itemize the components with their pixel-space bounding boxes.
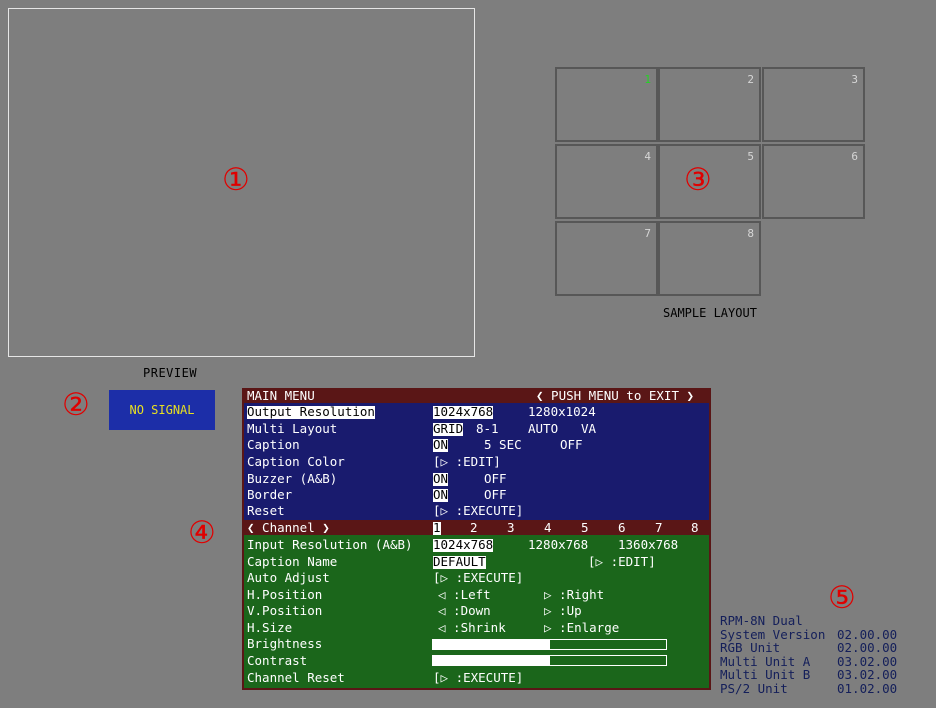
layout-cell-3: 3 [762, 67, 865, 142]
reset-execute[interactable]: [▷ :EXECUTE] [433, 504, 523, 518]
output-res-1280[interactable]: 1280x1024 [528, 405, 596, 419]
caption-label[interactable]: Caption [247, 438, 300, 452]
layout-auto-option[interactable]: AUTO [528, 422, 558, 436]
buzzer-off-option[interactable]: OFF [484, 472, 507, 486]
version-value: 02.00.00 [837, 640, 898, 655]
input-res-1024[interactable]: 1024x768 [433, 538, 494, 552]
cell-number: 7 [644, 227, 651, 240]
caption-5sec-option[interactable]: 5 SEC [484, 438, 522, 452]
callout-2: ② [62, 387, 90, 423]
v-position-label[interactable]: V.Position [247, 604, 322, 618]
auto-adjust-execute[interactable]: [▷ :EXECUTE] [433, 571, 523, 585]
caption-off-option[interactable]: OFF [560, 438, 583, 452]
caption-color-edit[interactable]: [▷ :EDIT] [433, 455, 501, 469]
menu-title: MAIN MENU [247, 388, 315, 403]
model-name: RPM-8N Dual [720, 613, 803, 628]
cell-number: 5 [747, 150, 754, 163]
h-position-label[interactable]: H.Position [247, 588, 322, 602]
channel-2-tab[interactable]: 2 [470, 521, 478, 535]
channel-selector-label[interactable]: ❮ Channel ❯ [247, 521, 330, 535]
cell-number: 3 [851, 73, 858, 86]
channel-1-tab[interactable]: 1 [433, 521, 441, 535]
caption-color-label[interactable]: Caption Color [247, 455, 345, 469]
output-resolution-label[interactable]: Output Resolution [247, 405, 375, 419]
layout-cell-2: 2 [658, 67, 761, 142]
layout-cell-1: 1 [555, 67, 658, 142]
layout-cell-8: 8 [658, 221, 761, 296]
callout-4: ④ [188, 515, 216, 551]
brightness-slider[interactable] [432, 639, 667, 650]
version-row: System Version 02.00.00 [720, 627, 897, 642]
input-resolution-label[interactable]: Input Resolution (A&B) [247, 538, 413, 552]
h-size-enlarge[interactable]: ▷ :Enlarge [544, 621, 619, 635]
cell-number: 4 [644, 150, 651, 163]
preview-label: PREVIEW [143, 366, 198, 380]
contrast-label[interactable]: Contrast [247, 654, 307, 668]
output-res-1024[interactable]: 1024x768 [433, 405, 494, 419]
version-row: Multi Unit A 03.02.00 [720, 654, 897, 669]
version-value: 02.00.00 [837, 626, 898, 642]
version-label: PS/2 Unit [720, 680, 788, 696]
channel-reset-label[interactable]: Channel Reset [247, 671, 345, 685]
channel-5-tab[interactable]: 5 [581, 521, 589, 535]
version-row: RGB Unit 02.00.00 [720, 641, 897, 655]
layout-cell-4: 4 [555, 144, 658, 219]
reset-label[interactable]: Reset [247, 504, 285, 518]
contrast-fill [433, 656, 550, 665]
v-position-down[interactable]: ◁ :Down [438, 604, 491, 618]
layout-va-option[interactable]: VA [581, 422, 596, 436]
channel-4-tab[interactable]: 4 [544, 521, 552, 535]
layout-cell-6: 6 [762, 144, 865, 219]
channel-3-tab[interactable]: 3 [507, 521, 515, 535]
multi-layout-label[interactable]: Multi Layout [247, 422, 337, 436]
callout-3: ③ [684, 162, 712, 198]
border-on-option[interactable]: ON [433, 488, 449, 502]
input-res-1280[interactable]: 1280x768 [528, 538, 588, 552]
cell-number: 2 [747, 73, 754, 86]
system-info-panel: RPM-8N Dual System Version 02.00.00 RGB U… [720, 613, 897, 696]
no-signal-indicator: NO SIGNAL [109, 390, 215, 430]
version-row: PS/2 Unit 01.02.00 [720, 680, 897, 696]
channel-7-tab[interactable]: 7 [655, 521, 663, 535]
version-value: 03.02.00 [837, 667, 898, 682]
h-position-left[interactable]: ◁ :Left [438, 588, 491, 602]
caption-on-option[interactable]: ON [433, 438, 449, 452]
version-value: 01.02.00 [837, 680, 898, 696]
callout-1: ① [222, 162, 250, 198]
caption-name-label[interactable]: Caption Name [247, 555, 337, 569]
layout-grid-option[interactable]: GRID [433, 422, 464, 436]
cell-number: 6 [851, 150, 858, 163]
input-res-1360[interactable]: 1360x768 [618, 538, 678, 552]
cell-number: 8 [747, 227, 754, 240]
version-value: 03.02.00 [837, 653, 898, 669]
channel-6-tab[interactable]: 6 [618, 521, 626, 535]
main-menu: MAIN MENU ❮ PUSH MENU to EXIT ❯ Output R… [242, 388, 711, 690]
channel-reset-execute[interactable]: [▷ :EXECUTE] [433, 671, 523, 685]
h-size-shrink[interactable]: ◁ :Shrink [438, 621, 506, 635]
buzzer-label[interactable]: Buzzer (A&B) [247, 472, 337, 486]
buzzer-on-option[interactable]: ON [433, 472, 449, 486]
callout-5: ⑤ [828, 580, 856, 616]
border-off-option[interactable]: OFF [484, 488, 507, 502]
auto-adjust-label[interactable]: Auto Adjust [247, 571, 330, 585]
version-row: Multi Unit B 03.02.00 [720, 668, 897, 682]
brightness-fill [433, 640, 550, 649]
sample-layout-label: SAMPLE LAYOUT [663, 306, 757, 320]
channel-8-tab[interactable]: 8 [691, 521, 699, 535]
layout-cell-7: 7 [555, 221, 658, 296]
caption-name-default[interactable]: DEFAULT [433, 555, 486, 569]
caption-name-edit[interactable]: [▷ :EDIT] [588, 555, 656, 569]
brightness-label[interactable]: Brightness [247, 637, 322, 651]
v-position-up[interactable]: ▷ :Up [544, 604, 582, 618]
contrast-slider[interactable] [432, 655, 667, 666]
no-signal-text: NO SIGNAL [129, 403, 195, 417]
cell-number: 1 [644, 73, 651, 86]
border-label[interactable]: Border [247, 488, 292, 502]
h-position-right[interactable]: ▷ :Right [544, 588, 604, 602]
layout-8-1-option[interactable]: 8-1 [476, 422, 499, 436]
exit-hint: ❮ PUSH MENU to EXIT ❯ [536, 388, 695, 403]
h-size-label[interactable]: H.Size [247, 621, 292, 635]
